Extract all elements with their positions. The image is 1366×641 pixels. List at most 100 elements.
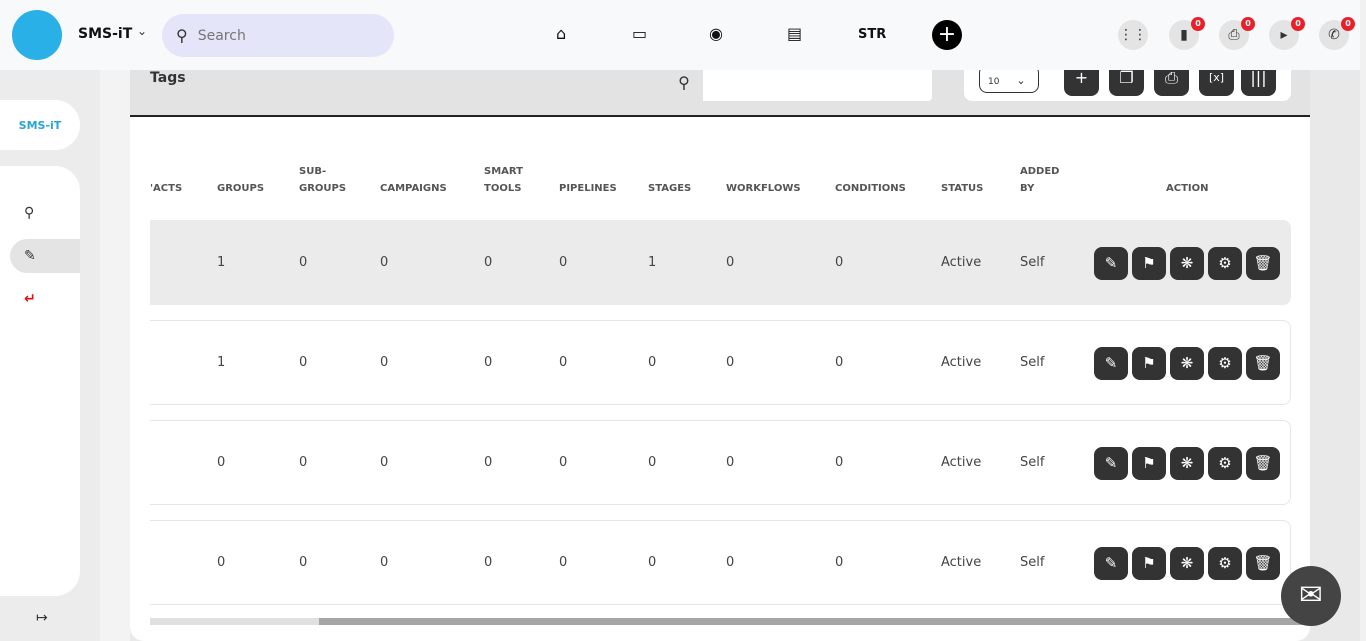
table-cell: 0 [380, 355, 389, 370]
add-tag-button[interactable]: ⚑ [1132, 247, 1166, 280]
table-cell: 0 [299, 355, 308, 370]
settings-doc-button[interactable]: ⚙ [1208, 347, 1242, 380]
table-row: 0 0 0 0 0 0 0 0 Active Self ✎ ⚑ ❋ ⚙ 🗑 [150, 420, 1291, 505]
settings-doc-button[interactable]: ⚙ [1208, 547, 1242, 580]
fingerprint-button[interactable]: ❋ [1170, 447, 1204, 480]
workspace-name[interactable]: SMS-iT [78, 26, 132, 42]
table-cell: 0 [484, 255, 493, 270]
add-tag-button[interactable]: ⚑ [1132, 447, 1166, 480]
column-header[interactable]: SUB- GROUPS [299, 163, 346, 197]
scrollbar-thumb[interactable] [319, 618, 1304, 625]
delete-button[interactable]: 🗑 [1246, 247, 1280, 280]
column-header[interactable]: GROUPS [217, 180, 264, 197]
edit-button[interactable]: ✎ [1094, 247, 1128, 280]
table-cell: 0 [835, 455, 844, 470]
page-size-select[interactable]: 10 ⌄ [979, 70, 1039, 93]
str-link[interactable]: STR [858, 27, 886, 42]
monitor-icon[interactable]: ▭ [632, 24, 647, 43]
table-cell: 0 [648, 455, 657, 470]
printer-button[interactable]: ⎙ 0 [1219, 17, 1255, 50]
column-header[interactable]: SMART TOOLS [484, 163, 523, 197]
table-cell: 0 [299, 455, 308, 470]
page-gutter [100, 70, 130, 641]
settings-doc-button[interactable]: ⚙ [1208, 447, 1242, 480]
chevron-down-icon[interactable]: ⌄ [137, 24, 147, 38]
table-cell: 0 [484, 555, 493, 570]
search-input[interactable] [197, 27, 378, 44]
copy-button[interactable]: ❐ [1109, 70, 1144, 96]
table-row: 1 0 0 0 0 1 0 0 Active Self ✎ ⚑ ❋ ⚙ 🗑 [150, 220, 1291, 305]
delete-button[interactable]: 🗑 [1246, 547, 1280, 580]
delete-button[interactable]: 🗑 [1246, 447, 1280, 480]
table-cell: Self [1020, 455, 1045, 470]
column-header[interactable]: CAMPAIGNS [380, 180, 447, 197]
column-header[interactable]: ADDED BY [1020, 163, 1059, 197]
table-cell: 0 [217, 555, 226, 570]
fingerprint-button[interactable]: ❋ [1170, 547, 1204, 580]
search-box[interactable]: ⚲ [162, 14, 394, 57]
analytics-search-icon[interactable]: ⚲ [10, 196, 80, 230]
sidebar-menu: ⚲ ✎ ↵ [0, 166, 80, 596]
phone-button[interactable]: ✆ 0 [1319, 17, 1355, 50]
return-icon[interactable]: ↵ [10, 282, 80, 316]
table-cell: 0 [726, 455, 735, 470]
table-cell: 0 [559, 555, 568, 570]
phone-icon: ✆ [1328, 27, 1340, 43]
vertical-scrollbar[interactable] [1360, 0, 1366, 641]
table-cell: 0 [559, 255, 568, 270]
add-button[interactable]: + [932, 20, 962, 50]
edit-icon[interactable]: ✎ [10, 239, 80, 273]
column-header[interactable]: PIPELINES [559, 180, 617, 197]
avatar[interactable] [12, 10, 62, 60]
edit-button[interactable]: ✎ [1094, 347, 1128, 380]
table-cell: Active [941, 455, 982, 470]
page-title: Tags [150, 70, 186, 86]
table-cell: 0 [299, 255, 308, 270]
table-cell: 0 [559, 355, 568, 370]
robot-icon[interactable]: ◉ [709, 24, 723, 43]
apps-grid-icon[interactable]: ⋮⋮ [1118, 20, 1148, 50]
add-tag-button[interactable]: + [1064, 70, 1099, 96]
table-row: 1 0 0 0 0 0 0 0 Active Self ✎ ⚑ ❋ ⚙ 🗑 [150, 320, 1291, 405]
columns-button[interactable]: ||| [1241, 70, 1276, 96]
table-cell: 0 [726, 355, 735, 370]
column-header[interactable]: STATUS [941, 180, 983, 197]
megaphone-button[interactable]: ▸ 0 [1269, 17, 1305, 50]
edit-button[interactable]: ✎ [1094, 447, 1128, 480]
delete-button[interactable]: 🗑 [1246, 347, 1280, 380]
column-header[interactable]: 'ACTS [150, 180, 182, 197]
table-cell: 0 [835, 555, 844, 570]
table-cell: 0 [726, 555, 735, 570]
edit-button[interactable]: ✎ [1094, 547, 1128, 580]
chat-button[interactable]: ▮ 0 [1169, 17, 1205, 50]
expand-sidebar-icon[interactable]: ↦ [36, 610, 48, 626]
table-cell: Self [1020, 255, 1045, 270]
table-cell: Self [1020, 555, 1045, 570]
horizontal-scrollbar[interactable] [150, 618, 1310, 625]
column-header[interactable]: STAGES [648, 180, 691, 197]
mail-button[interactable]: ✉ [1281, 566, 1341, 626]
fingerprint-button[interactable]: ❋ [1170, 347, 1204, 380]
count-badge: 0 [1191, 17, 1205, 31]
store-icon[interactable]: ▤ [787, 24, 802, 43]
add-tag-button[interactable]: ⚑ [1132, 347, 1166, 380]
print-button[interactable]: ⎙ [1154, 70, 1189, 96]
excel-export-button[interactable]: [x] [1199, 70, 1234, 96]
column-header[interactable]: CONDITIONS [835, 180, 906, 197]
tags-panel: Tags ⚲ 10 ⌄ + ❐ ⎙ [x] ||| 'ACTS GROUPS SUB… [130, 70, 1310, 641]
table-cell: 0 [484, 355, 493, 370]
table-cell: 0 [559, 455, 568, 470]
column-header[interactable]: ACTION [1166, 180, 1209, 197]
top-bar: SMS-iT ⌄ ⚲ ⌂ ▭ ◉ ▤ STR + ⋮⋮ ▮0 ⎙0 ▸0 ✆0 [0, 0, 1360, 70]
table-row: 0 0 0 0 0 0 0 0 Active Self ✎ ⚑ ❋ ⚙ 🗑 [150, 520, 1291, 605]
search-icon: ⚲ [176, 26, 188, 45]
fingerprint-button[interactable]: ❋ [1170, 247, 1204, 280]
table-search[interactable]: ⚲ [665, 70, 932, 101]
add-tag-button[interactable]: ⚑ [1132, 547, 1166, 580]
column-header[interactable]: WORKFLOWS [726, 180, 801, 197]
settings-doc-button[interactable]: ⚙ [1208, 247, 1242, 280]
table-cell: Active [941, 255, 982, 270]
home-icon[interactable]: ⌂ [556, 24, 566, 43]
chat-icon: ▮ [1180, 27, 1188, 43]
table-cell: 0 [380, 555, 389, 570]
